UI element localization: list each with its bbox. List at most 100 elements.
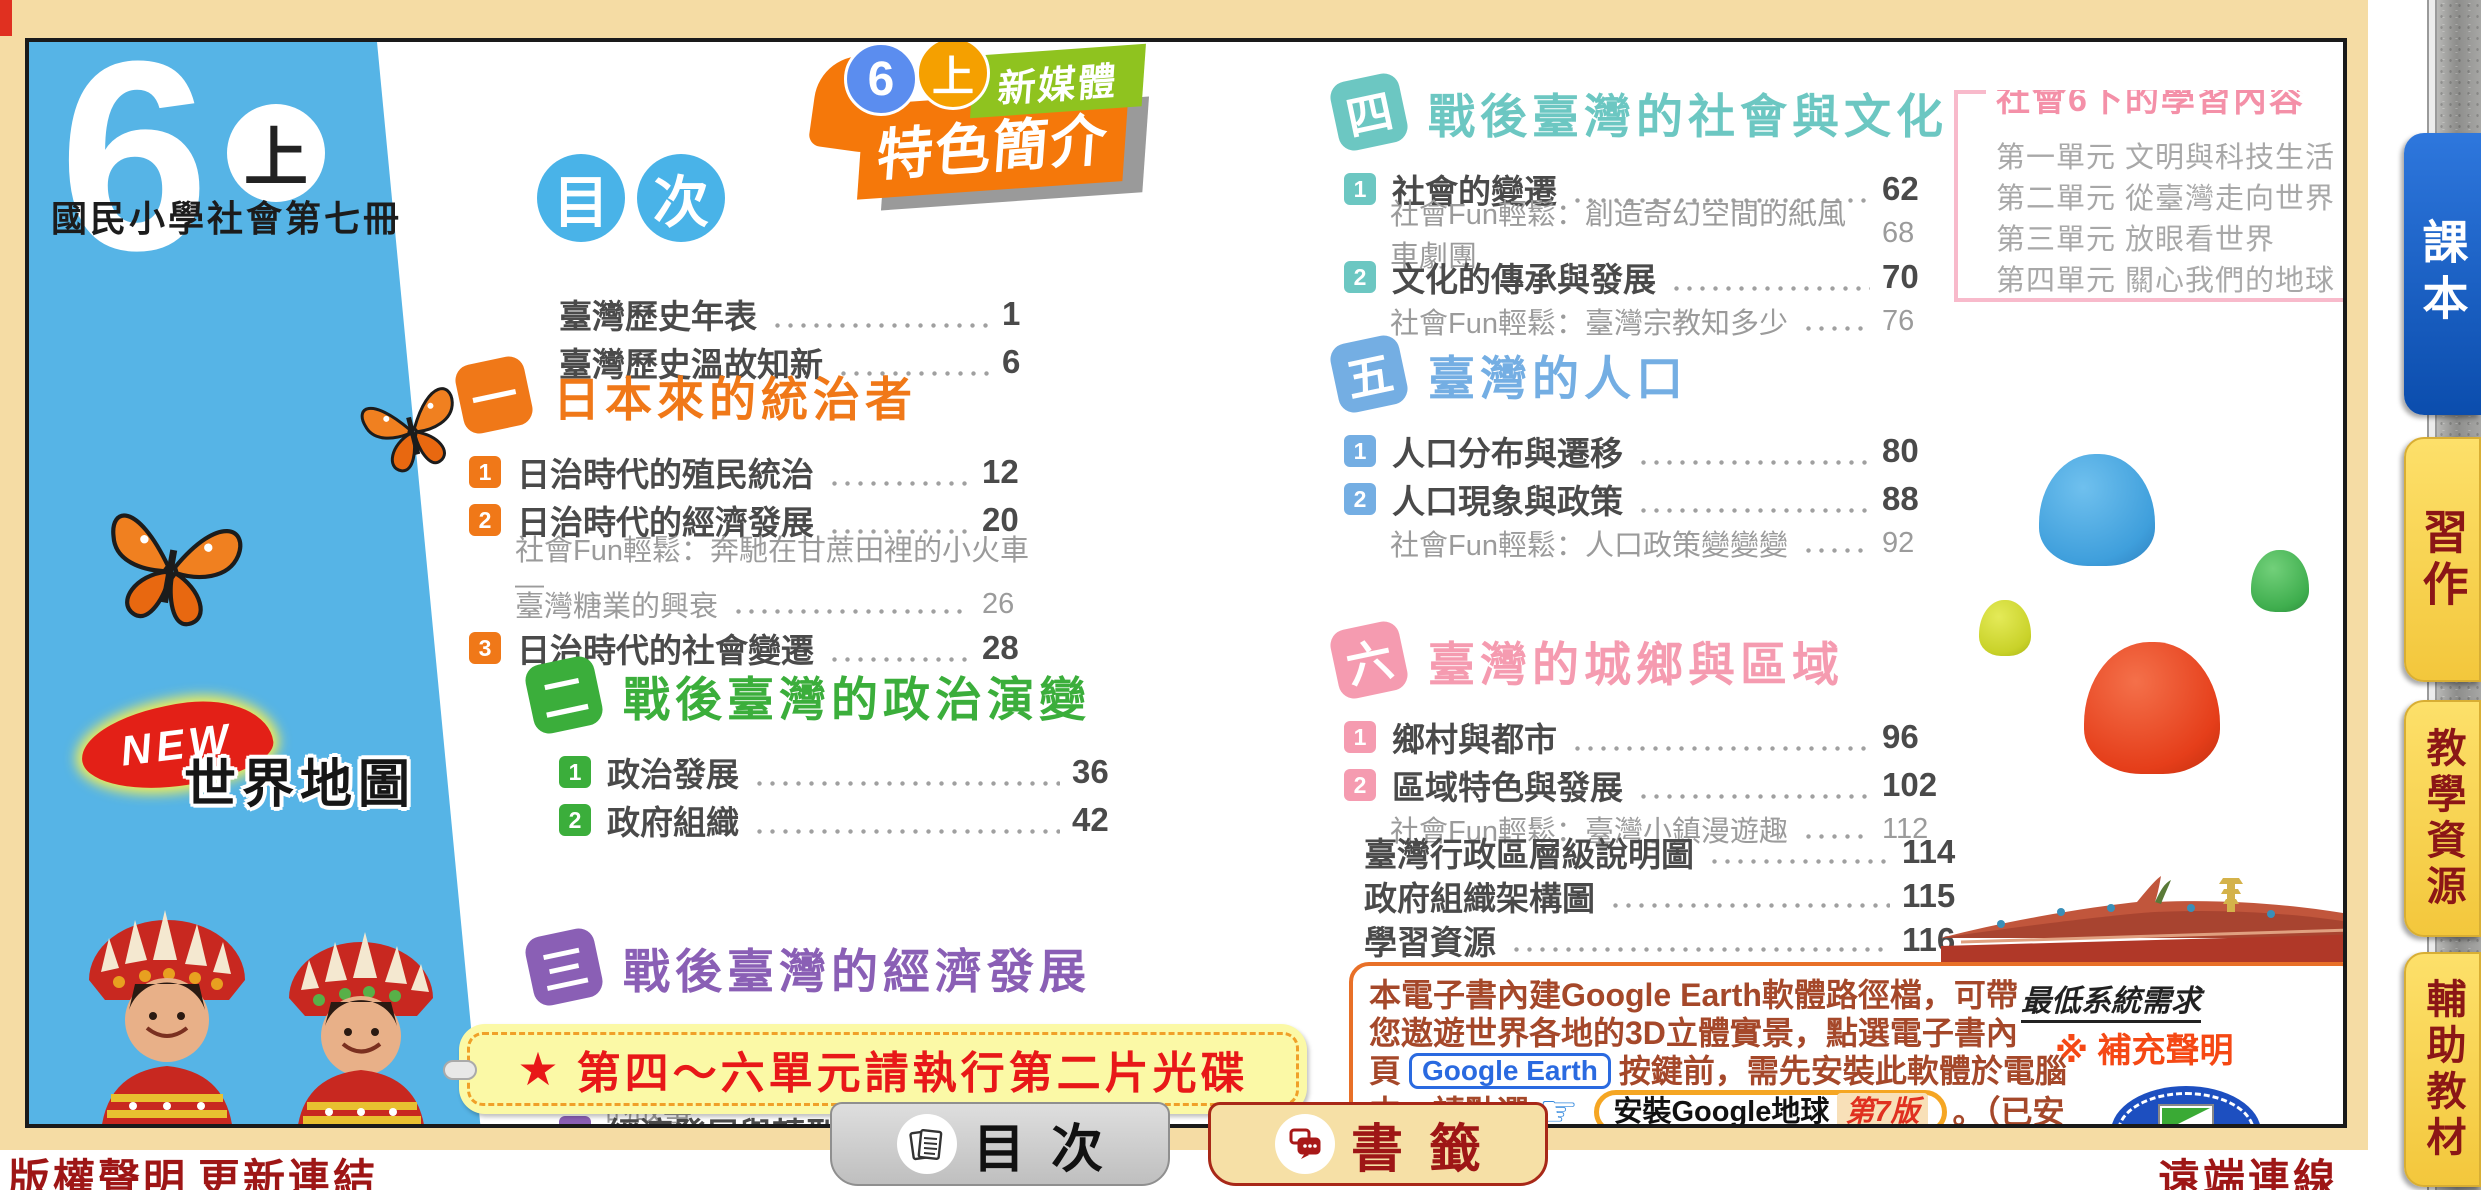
unit-6-icon: 六 xyxy=(1327,618,1410,701)
bookmark-tab-label: 書籤 xyxy=(1351,1107,1507,1182)
toc-entry-page: 76 xyxy=(1882,305,1944,338)
note-clip xyxy=(443,1060,477,1080)
google-earth-button[interactable]: Google Earth xyxy=(1409,1053,1611,1089)
ebook-app-window: 6 上 國民小學社會第七冊 NEW 世界地圖 xyxy=(0,0,2481,1190)
unit-4-title: 戰後臺灣的社會與文化 xyxy=(1428,78,1948,147)
toc-entry-page: 1 xyxy=(1002,295,1064,333)
toc-entry-label: 臺灣糖業的興衰 xyxy=(515,583,718,625)
toc-entry[interactable]: 學習資源 116 xyxy=(1364,918,1964,962)
toc-entry[interactable]: 臺灣歷史年表 1 xyxy=(559,290,1064,338)
temple-roof-photo xyxy=(1941,868,2347,962)
supplement-notice-link[interactable]: ※ 補充聲明 xyxy=(2055,1023,2234,1072)
dotted-leader xyxy=(1637,508,1870,513)
update-link[interactable]: 更新連結 xyxy=(198,1146,378,1190)
unit-3-title: 戰後臺灣的經濟發展 xyxy=(623,933,1091,1002)
toc-entry[interactable]: 政府組織架構圖 115 xyxy=(1364,874,1964,918)
toc-fun-entry[interactable]: 社會Fun輕鬆：臺灣宗教知多少 76 xyxy=(1344,301,1944,341)
toc-entry[interactable]: 2 區域特色與發展 102 xyxy=(1344,761,1944,809)
dotted-leader xyxy=(1708,859,1890,864)
dotted-leader xyxy=(1670,286,1870,291)
dotted-leader xyxy=(1802,548,1870,553)
remote-connect-link[interactable]: 遠端連線 xyxy=(2158,1146,2338,1190)
toc-heading-circle: 目 xyxy=(537,154,625,242)
toc-entry-label: 臺灣行政區層級說明圖 xyxy=(1364,828,1694,876)
disc-note-text: 第四～六單元請執行第二片光碟 xyxy=(577,1037,1249,1101)
new-media-banner: 新媒體 xyxy=(970,44,1146,118)
toc-entry[interactable]: 臺灣行政區層級說明圖 114 xyxy=(1364,830,1964,874)
bookmark-tab-button[interactable]: 書籤 xyxy=(1208,1102,1548,1186)
entry-number-chip: 2 xyxy=(1344,769,1376,801)
toc-entry[interactable]: 1 鄉村與都市 96 xyxy=(1344,713,1944,761)
unit-5-title: 臺灣的人口 xyxy=(1428,340,1688,409)
badge-grade-circle: 6 xyxy=(844,42,918,116)
unit-5-heading: 五 臺灣的人口 xyxy=(1334,339,2347,409)
dotted-leader xyxy=(1510,947,1890,952)
toc-entry-label: 政府組織 xyxy=(607,796,739,844)
toc-entry-page: 114 xyxy=(1902,833,1964,871)
toc-entry-label: 日治時代的殖民統治 xyxy=(517,448,814,496)
toc-entry[interactable]: 1 日治時代的殖民統治 12 xyxy=(469,448,1044,496)
toc-entry-page: 26 xyxy=(982,588,1044,621)
badge-semester-circle: 上 xyxy=(916,38,990,110)
toc-entry-label: 學習資源 xyxy=(1364,916,1496,964)
google-earth-note-side: 最低系統需求 ※ 補充聲明 康軒線上媒體盒 xyxy=(2021,976,2347,1128)
side-tab-textbook[interactable]: 課本 xyxy=(2404,133,2481,415)
unit-3-icon: 三 xyxy=(522,925,605,1008)
toc-entry-page: 96 xyxy=(1882,718,1944,756)
dotted-leader xyxy=(732,609,970,614)
toc-entry[interactable]: 2 人口現象與政策 88 xyxy=(1344,475,1944,523)
unit-2-title: 戰後臺灣的政治演變 xyxy=(623,661,1091,730)
toc-entry-page: 42 xyxy=(1072,801,1134,839)
entry-number-chip: 1 xyxy=(1344,173,1376,205)
toc-entry-page: 102 xyxy=(1882,766,1944,804)
entry-number-chip: 1 xyxy=(1344,435,1376,467)
next-semester-item: 第四單元 關心我們的地球 xyxy=(1996,261,2347,302)
toc-entry-label: 臺灣歷史年表 xyxy=(559,290,757,338)
toc-entry-page: 80 xyxy=(1882,432,1944,470)
toc-fun-entry[interactable]: 社會Fun輕鬆：人口政策變變變 92 xyxy=(1344,523,1944,563)
toc-entry-label: 政府組織架構圖 xyxy=(1364,872,1595,920)
dotted-leader xyxy=(1609,903,1890,908)
world-map-label: 世界地圖 xyxy=(184,742,416,817)
k-flag-icon xyxy=(2158,1104,2214,1128)
dotted-leader xyxy=(1637,794,1870,799)
dotted-leader xyxy=(1571,746,1870,751)
toc-entry-label: 社會Fun輕鬆：臺灣宗教知多少 xyxy=(1390,300,1788,342)
unit-6-title: 臺灣的城鄉與區域 xyxy=(1428,626,1844,695)
next-semester-item: 第二單元 從臺灣走向世界 xyxy=(1996,179,2347,220)
side-tab-teaching-resources[interactable]: 教學資源 xyxy=(2404,700,2481,937)
entry-number-chip: 2 xyxy=(1344,483,1376,515)
entry-number-chip: 2 xyxy=(469,504,501,536)
grade-number: 6 xyxy=(59,38,209,312)
entry-number-chip: 1 xyxy=(469,456,501,488)
screen-corner-accent xyxy=(0,0,12,36)
side-tab-workbook[interactable]: 習作 xyxy=(2404,437,2481,682)
unit-1-title: 日本來的統治者 xyxy=(553,361,917,430)
toc-fun-entry[interactable]: 社會Fun輕鬆：奔馳在甘蔗田裡的小火車— xyxy=(469,544,1044,584)
dotted-leader xyxy=(1637,460,1870,465)
semester-badge: 上 xyxy=(227,104,325,202)
copyright-link[interactable]: 版權聲明 xyxy=(8,1146,188,1190)
toc-entry-label: 文化的傳承與發展 xyxy=(1392,253,1656,301)
toc-left-column: 目 次 臺灣歷史年表 1 臺灣歷史溫故知新 6 一 日本 xyxy=(459,112,1099,1112)
toc-fun-entry[interactable]: 社會Fun輕鬆：創造奇幻空間的紙風車劇團 68 xyxy=(1344,213,1944,253)
unit-4-icon: 四 xyxy=(1327,70,1410,153)
side-tab-label: 教學資源 xyxy=(2414,727,2472,911)
min-requirement-link[interactable]: 最低系統需求 xyxy=(2021,976,2201,1023)
toc-tab-button[interactable]: 目次 xyxy=(830,1102,1170,1186)
unit-5-block: 五 臺灣的人口 1 人口分布與遷移 80 2 人口現象與政策 88 xyxy=(1334,339,2347,563)
side-tab-supplementary-materials[interactable]: 輔助教材 xyxy=(2404,952,2481,1187)
dotted-leader xyxy=(753,781,1060,786)
toc-entry-page: 92 xyxy=(1882,527,1944,560)
next-semester-box: 社會6下的學習內容 第一單元 文明與科技生活 第二單元 從臺灣走向世界 第三單元… xyxy=(1954,90,2347,302)
install-google-earth-button[interactable]: 安裝Google地球 第7版 xyxy=(1594,1090,1946,1128)
kangxuan-media-box-logo[interactable]: 康軒線上媒體盒 xyxy=(2036,1086,2336,1128)
unit-1-heading: 一 日本來的統治者 xyxy=(459,360,1099,430)
toc-entry[interactable]: 1 人口分布與遷移 80 xyxy=(1344,427,1944,475)
toc-entry-label: 人口分布與遷移 xyxy=(1392,427,1623,475)
toc-entry[interactable]: 1 政治發展 36 xyxy=(559,748,1134,796)
toc-entry-label: 政治發展 xyxy=(607,748,739,796)
toc-entry[interactable]: 2 政府組織 42 xyxy=(559,796,1134,844)
unit-1-block: 一 日本來的統治者 1 日治時代的殖民統治 12 2 日治時代的經濟發展 20 xyxy=(459,360,1099,672)
dotted-leader xyxy=(753,829,1060,834)
